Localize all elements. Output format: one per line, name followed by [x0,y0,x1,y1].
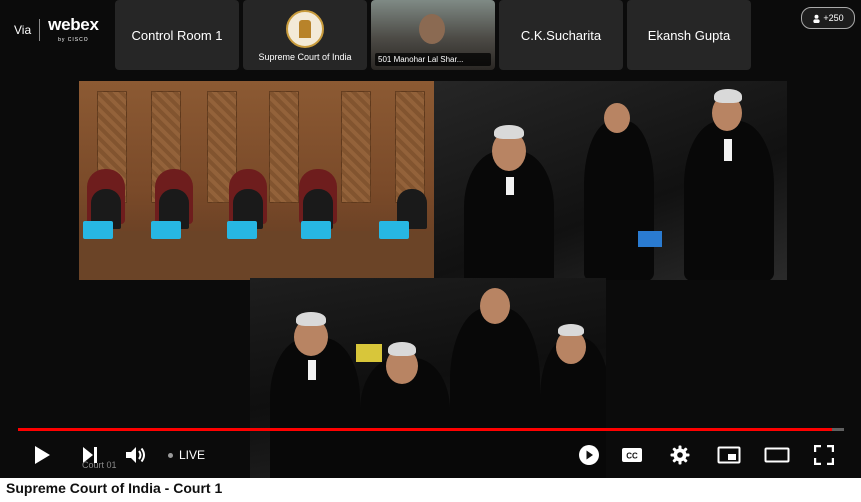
live-indicator[interactable]: LIVE [168,448,205,462]
participant-tile: Supreme Court of India [243,0,367,70]
play-icon [35,446,50,464]
live-dot [168,452,173,458]
participant-tile: 501 Manohar Lal Shar... [371,0,495,70]
participant-tile: Control Room 1 [115,0,239,70]
brand-divider [39,19,41,41]
autoplay-icon [579,445,599,465]
participant-tile: C.K.Sucharita [499,0,623,70]
webex-logo: webex by CISCO [48,15,99,43]
participant-name: Control Room 1 [131,27,223,43]
court-emblem-icon [286,10,324,48]
miniplayer-icon [717,446,741,464]
settings-icon [670,445,690,465]
court-watermark: Court 01 [82,460,117,470]
participant-name: 501 Manohar Lal Shar... [375,53,491,66]
participant-name: C.K.Sucharita [520,27,602,43]
progress-bar[interactable] [18,428,832,431]
fullscreen-icon [814,445,834,465]
theater-mode-button[interactable] [762,441,792,469]
courtroom-bench-video [79,81,435,280]
fullscreen-button[interactable] [810,441,838,469]
participant-video [419,14,445,44]
participant-name: Ekansh Gupta [647,27,731,43]
captions-button[interactable]: CC [618,441,646,469]
settings-button[interactable] [666,441,694,469]
advocates-video-2 [250,278,606,478]
video-title[interactable]: Supreme Court of India - Court 1 [6,480,222,496]
advocates-video-1 [434,81,787,280]
cc-icon: CC [622,448,642,462]
volume-icon [126,447,145,463]
participants-count: +250 [823,13,844,23]
svg-text:CC: CC [626,452,638,461]
participant-tile: Ekansh Gupta [627,0,751,70]
person-icon [813,14,821,23]
volume-button[interactable] [122,441,150,469]
via-label: Via [14,23,32,37]
autoplay-toggle[interactable] [574,441,604,469]
theater-icon [764,447,790,463]
participants-count-badge[interactable]: +250 [801,7,855,29]
play-button[interactable] [28,441,56,469]
live-label: LIVE [179,448,206,462]
video-player[interactable]: Via webex by CISCO Control Room 1 Suprem… [0,0,861,478]
miniplayer-button[interactable] [714,441,744,469]
participant-name: Supreme Court of India [258,52,352,62]
webex-brand: Via webex by CISCO [14,10,99,50]
